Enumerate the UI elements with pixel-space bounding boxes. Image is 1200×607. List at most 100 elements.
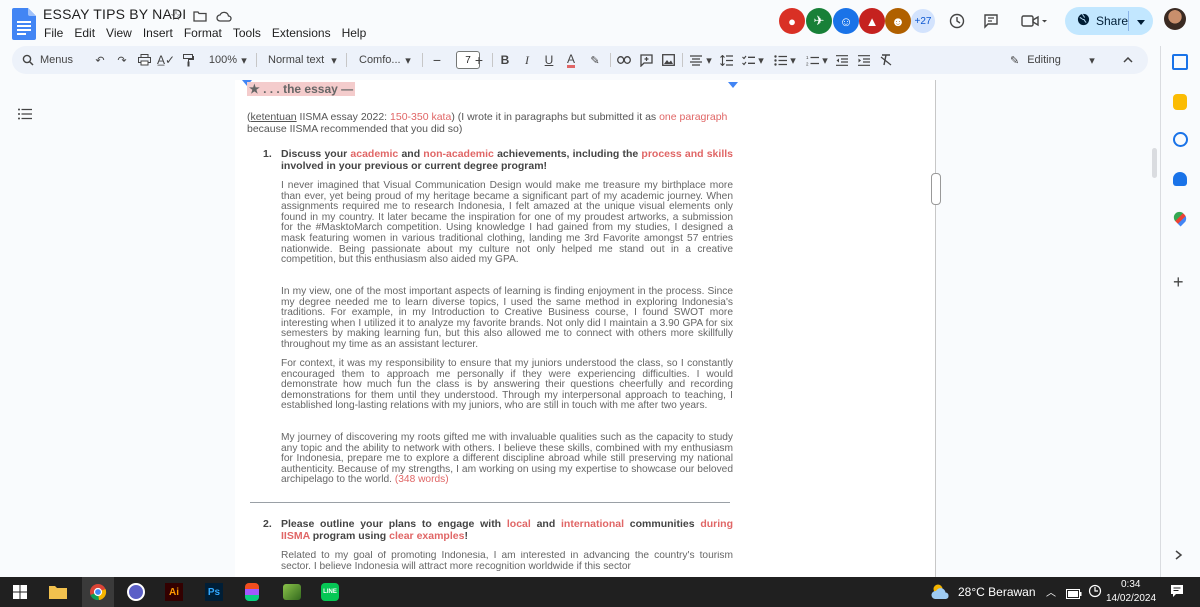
- decrease-indent-icon[interactable]: [834, 46, 850, 74]
- show-side-panel-icon[interactable]: [1175, 547, 1183, 565]
- app-taskbar-icon[interactable]: [124, 580, 148, 604]
- right-indent-marker[interactable]: [728, 82, 738, 88]
- illustrator-icon[interactable]: Ai: [162, 580, 186, 604]
- chevron-up-icon[interactable]: ︿: [1046, 584, 1056, 599]
- document-title[interactable]: ESSAY TIPS BY NADI: [43, 6, 186, 22]
- calendar-icon[interactable]: [1172, 54, 1188, 70]
- menu-insert[interactable]: Insert: [143, 24, 179, 42]
- clock-time[interactable]: 0:34: [1121, 579, 1140, 590]
- chevron-down-icon[interactable]: ▾: [705, 46, 713, 74]
- chevron-down-icon[interactable]: ▾: [330, 46, 338, 74]
- menu-help[interactable]: Help: [342, 24, 373, 42]
- figma-icon[interactable]: [240, 580, 264, 604]
- line-spacing-icon[interactable]: [718, 46, 734, 74]
- font-family-value: Comfo...: [359, 54, 401, 66]
- collaborator-avatar[interactable]: ☻: [885, 8, 911, 34]
- paragraph-style-value: Normal text: [268, 54, 325, 66]
- user-avatar[interactable]: [1164, 8, 1186, 30]
- version-history-icon[interactable]: [946, 10, 968, 32]
- essay-paragraph: Related to my goal of promoting Indonesi…: [281, 551, 733, 572]
- add-addon-icon[interactable]: +: [1173, 272, 1184, 293]
- chevron-down-icon[interactable]: ▾: [821, 46, 829, 74]
- menu-extensions[interactable]: Extensions: [272, 24, 337, 42]
- italic-icon[interactable]: I: [520, 46, 534, 74]
- zoom-select[interactable]: 100%: [204, 46, 242, 74]
- line-app-icon[interactable]: LINE: [318, 580, 342, 604]
- contacts-icon[interactable]: [1173, 172, 1187, 186]
- menu-tools[interactable]: Tools: [233, 24, 267, 42]
- clock-date[interactable]: 14/02/2024: [1106, 593, 1156, 604]
- menu-bar: File Edit View Insert Format Tools Exten…: [44, 24, 377, 42]
- windows-start-icon[interactable]: [8, 580, 32, 604]
- underline-icon[interactable]: U: [542, 46, 556, 74]
- collapse-toolbar-icon[interactable]: [1120, 46, 1136, 74]
- cloud-status-icon[interactable]: [216, 8, 232, 24]
- insert-link-icon[interactable]: [616, 46, 632, 74]
- document-outline-icon[interactable]: [18, 108, 32, 120]
- question-keyword: clear examples: [389, 530, 465, 542]
- photoshop-icon[interactable]: Ps: [202, 580, 226, 604]
- text-color-icon[interactable]: A: [564, 46, 578, 74]
- essay-paragraph: I never imagined that Visual Communicati…: [281, 180, 733, 266]
- chrome-taskbar-icon[interactable]: [82, 577, 114, 607]
- onedrive-sync-icon[interactable]: [1088, 584, 1102, 603]
- bulleted-list-icon[interactable]: [772, 46, 788, 74]
- page-scrollbar-thumb[interactable]: [931, 173, 941, 205]
- redo-icon[interactable]: ↷: [114, 46, 130, 74]
- weather-icon[interactable]: [930, 583, 952, 601]
- paragraph-style-select[interactable]: Normal text: [268, 46, 332, 74]
- chevron-down-icon[interactable]: ▾: [240, 46, 248, 74]
- collaborator-avatar[interactable]: ●: [779, 8, 805, 34]
- print-icon[interactable]: [136, 46, 152, 74]
- notifications-icon[interactable]: [1170, 584, 1184, 603]
- divider: [682, 53, 683, 67]
- more-collaborators-badge[interactable]: +27: [911, 9, 935, 33]
- meet-icon[interactable]: [1018, 10, 1050, 32]
- battery-icon[interactable]: [1066, 586, 1082, 604]
- file-explorer-icon[interactable]: [46, 580, 70, 604]
- maps-icon[interactable]: [1171, 209, 1189, 227]
- chevron-down-icon[interactable]: ▾: [1088, 46, 1096, 74]
- collaborator-avatar[interactable]: ▲: [859, 8, 885, 34]
- decrease-font-size-icon[interactable]: −: [430, 46, 444, 74]
- highlight-color-icon[interactable]: ✎: [588, 46, 602, 74]
- search-menus-button[interactable]: Menus: [22, 46, 86, 74]
- menu-file[interactable]: File: [44, 24, 69, 42]
- question-keyword: non-academic: [423, 148, 494, 160]
- keep-icon[interactable]: [1173, 94, 1187, 110]
- collaborator-avatar[interactable]: ✈: [806, 8, 832, 34]
- add-comment-icon[interactable]: [638, 46, 654, 74]
- increase-font-size-icon[interactable]: +: [472, 46, 486, 74]
- tasks-icon[interactable]: [1173, 132, 1188, 147]
- collaborator-avatar[interactable]: ☺: [833, 8, 859, 34]
- clear-formatting-icon[interactable]: [878, 46, 894, 74]
- google-docs-logo-icon[interactable]: [12, 8, 36, 40]
- chevron-down-icon[interactable]: ▾: [404, 46, 412, 74]
- font-family-select[interactable]: Comfo...: [359, 46, 403, 74]
- svg-text:1: 1: [806, 55, 809, 60]
- align-icon[interactable]: [688, 46, 704, 74]
- comments-icon[interactable]: [980, 10, 1002, 32]
- menu-format[interactable]: Format: [184, 24, 228, 42]
- menu-view[interactable]: View: [106, 24, 138, 42]
- share-button[interactable]: Share: [1065, 7, 1153, 35]
- checklist-icon[interactable]: [740, 46, 756, 74]
- editing-mode-select[interactable]: ✎ Editing: [1010, 46, 1100, 74]
- window-scrollbar[interactable]: [1152, 148, 1157, 178]
- numbered-list-icon[interactable]: 12: [804, 46, 820, 74]
- paint-format-icon[interactable]: [180, 46, 196, 74]
- spellcheck-icon[interactable]: A̲✓: [157, 46, 175, 74]
- insert-image-icon[interactable]: [660, 46, 676, 74]
- undo-icon[interactable]: ↶: [92, 46, 108, 74]
- chevron-down-icon[interactable]: ▾: [789, 46, 797, 74]
- increase-indent-icon[interactable]: [856, 46, 872, 74]
- question-text: Discuss your: [281, 148, 351, 160]
- chevron-down-icon[interactable]: [1137, 15, 1145, 29]
- weather-text[interactable]: 28°C Berawan: [958, 585, 1036, 599]
- app-taskbar-icon[interactable]: [280, 580, 304, 604]
- menu-edit[interactable]: Edit: [74, 24, 101, 42]
- star-icon[interactable]: ☆: [168, 8, 184, 24]
- move-folder-icon[interactable]: [192, 8, 208, 24]
- bold-icon[interactable]: B: [498, 46, 512, 74]
- chevron-down-icon[interactable]: ▾: [757, 46, 765, 74]
